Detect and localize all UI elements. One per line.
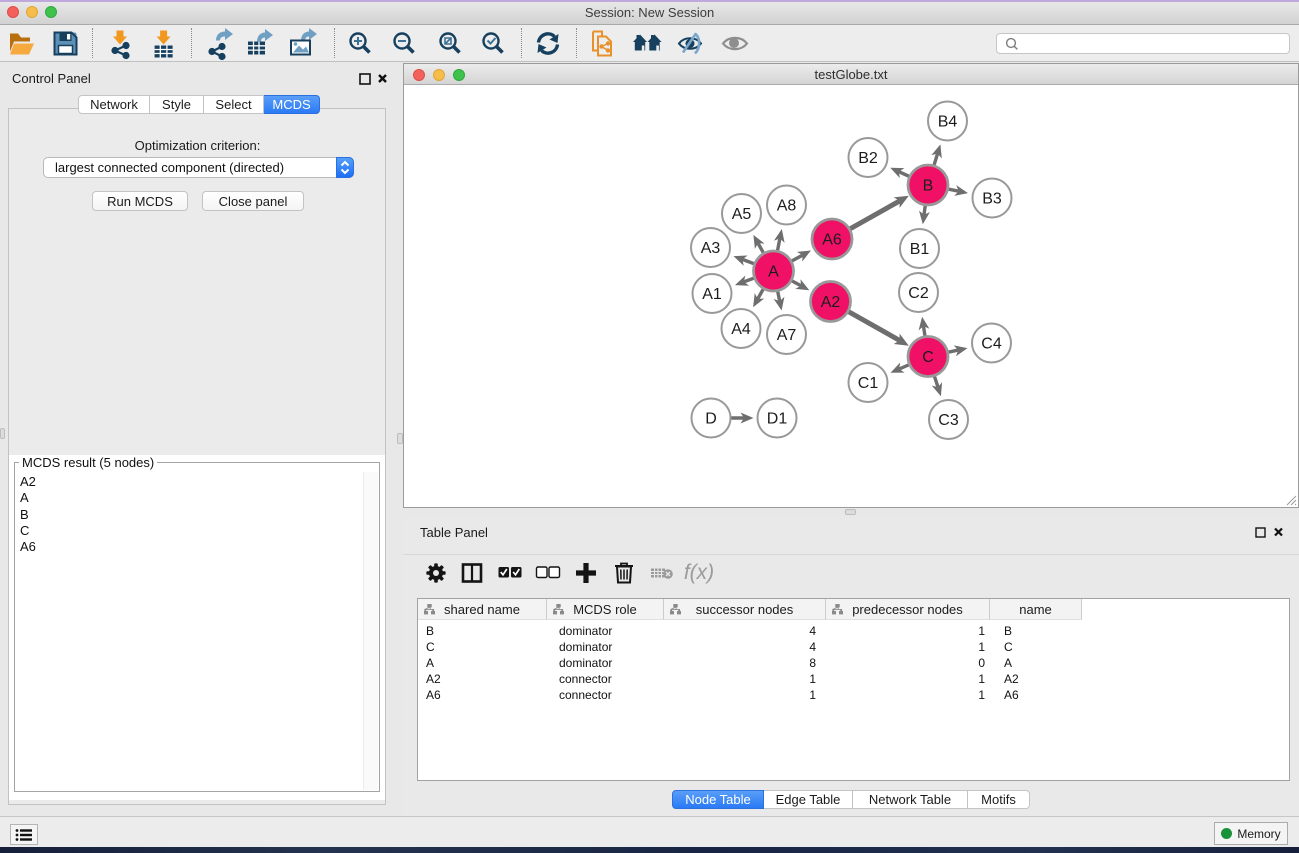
svg-text:D: D	[705, 411, 717, 428]
svg-text:C1: C1	[858, 375, 879, 392]
svg-text:A3: A3	[701, 240, 721, 257]
svg-text:A4: A4	[731, 321, 751, 338]
svg-text:A5: A5	[732, 206, 752, 223]
svg-text:C2: C2	[908, 285, 929, 302]
svg-text:B3: B3	[982, 191, 1002, 208]
svg-text:B2: B2	[858, 150, 878, 167]
svg-text:A2: A2	[821, 294, 841, 311]
svg-text:C: C	[922, 349, 934, 366]
svg-text:A1: A1	[702, 286, 722, 303]
svg-text:A: A	[768, 264, 779, 281]
svg-text:B4: B4	[938, 114, 958, 131]
svg-text:C4: C4	[981, 336, 1002, 353]
svg-text:B1: B1	[910, 241, 930, 258]
svg-text:f(x): f(x)	[684, 561, 714, 584]
svg-text:A8: A8	[777, 198, 797, 215]
svg-text:A6: A6	[822, 232, 842, 249]
svg-text:D1: D1	[767, 411, 788, 428]
svg-text:A7: A7	[777, 327, 797, 344]
svg-text:C3: C3	[938, 412, 959, 429]
svg-text:B: B	[923, 178, 934, 195]
